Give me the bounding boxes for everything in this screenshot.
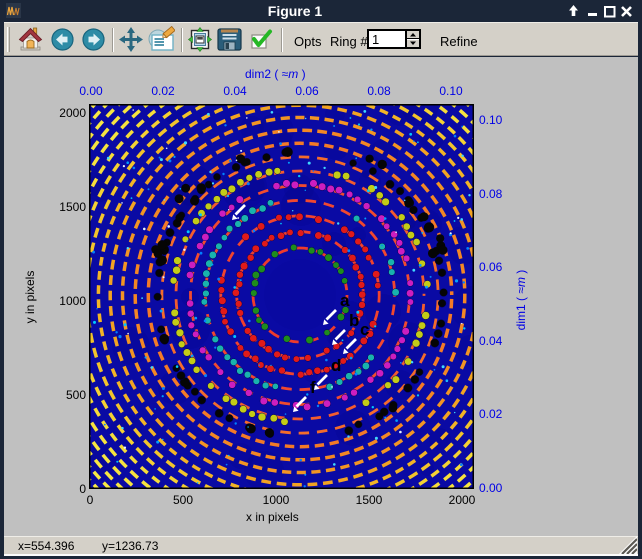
svg-text:c: c: [360, 320, 369, 339]
svg-text:b: b: [349, 311, 359, 330]
svg-text:a: a: [340, 291, 350, 310]
svg-text:d: d: [331, 356, 341, 375]
svg-text:f: f: [310, 378, 316, 397]
